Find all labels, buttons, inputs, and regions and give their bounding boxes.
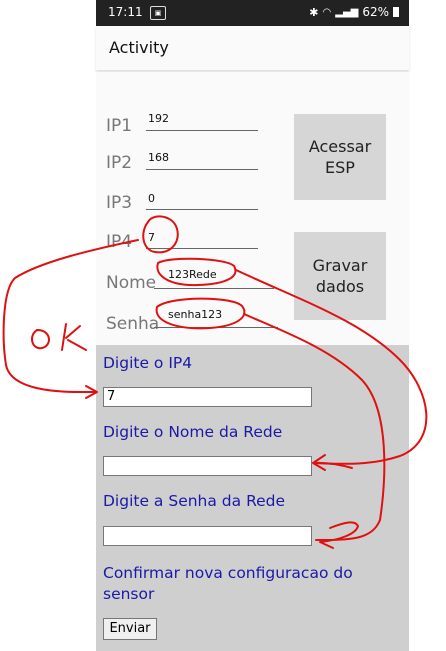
nome-underline xyxy=(154,288,274,289)
bluetooth-icon: ✱ xyxy=(309,5,319,19)
ok-k xyxy=(61,323,87,351)
app-bar: Activity xyxy=(96,26,409,70)
senha-underline xyxy=(154,327,278,328)
ip2-label: IP2 xyxy=(106,153,133,173)
battery-icon xyxy=(393,7,399,17)
ok-o xyxy=(30,329,50,350)
nome-field[interactable]: 123Rede xyxy=(168,268,217,281)
confirm-text: Confirmar nova configuracao do sensor xyxy=(103,564,353,603)
status-right: ✱ ◠ ▂▄▆ 62% xyxy=(309,5,399,19)
ip3-field[interactable]: 0 xyxy=(148,192,155,205)
nome-prompt: Digite o Nome da Rede xyxy=(103,423,283,441)
ip4-input[interactable]: 7 xyxy=(103,387,312,407)
ip1-underline xyxy=(146,130,258,131)
ip4-underline xyxy=(146,248,258,249)
app-title: Activity xyxy=(109,38,169,57)
ip3-label: IP3 xyxy=(106,193,133,213)
notification-icon: ▣ xyxy=(150,6,166,20)
senha-input[interactable] xyxy=(103,526,312,546)
ip2-underline xyxy=(146,169,258,170)
config-webview: Digite o IP4 7 Digite o Nome da Rede Dig… xyxy=(96,345,409,651)
phone-screen: 17:11 ▣ ✱ ◠ ▂▄▆ 62% Activity IP1 192 IP2… xyxy=(96,0,409,651)
ip2-field[interactable]: 168 xyxy=(148,151,169,164)
enviar-button[interactable]: Enviar xyxy=(103,618,157,640)
status-bar: 17:11 ▣ ✱ ◠ ▂▄▆ 62% xyxy=(96,0,409,26)
acessar-esp-button[interactable]: Acessar ESP xyxy=(294,114,386,200)
battery-percent: 62% xyxy=(362,5,389,19)
gravar-dados-button[interactable]: Gravar dados xyxy=(294,232,386,320)
form-panel: IP1 192 IP2 168 IP3 0 IP4 7 Nome 123Rede… xyxy=(96,72,409,345)
nome-label: Nome xyxy=(106,273,157,293)
ip4-field[interactable]: 7 xyxy=(148,231,155,244)
senha-label: Senha xyxy=(106,314,160,334)
nome-input[interactable] xyxy=(103,456,312,476)
ip1-label: IP1 xyxy=(106,116,133,136)
wifi-icon: ◠ xyxy=(322,6,332,18)
signal-icon: ▂▄▆ xyxy=(335,6,359,18)
ip4-label: IP4 xyxy=(106,232,133,252)
ip4-prompt: Digite o IP4 xyxy=(103,354,193,372)
status-time: 17:11 xyxy=(108,5,143,19)
senha-field[interactable]: senha123 xyxy=(168,308,222,321)
ip1-field[interactable]: 192 xyxy=(148,112,169,125)
ip3-underline xyxy=(146,209,258,210)
senha-prompt: Digite a Senha da Rede xyxy=(103,492,286,510)
